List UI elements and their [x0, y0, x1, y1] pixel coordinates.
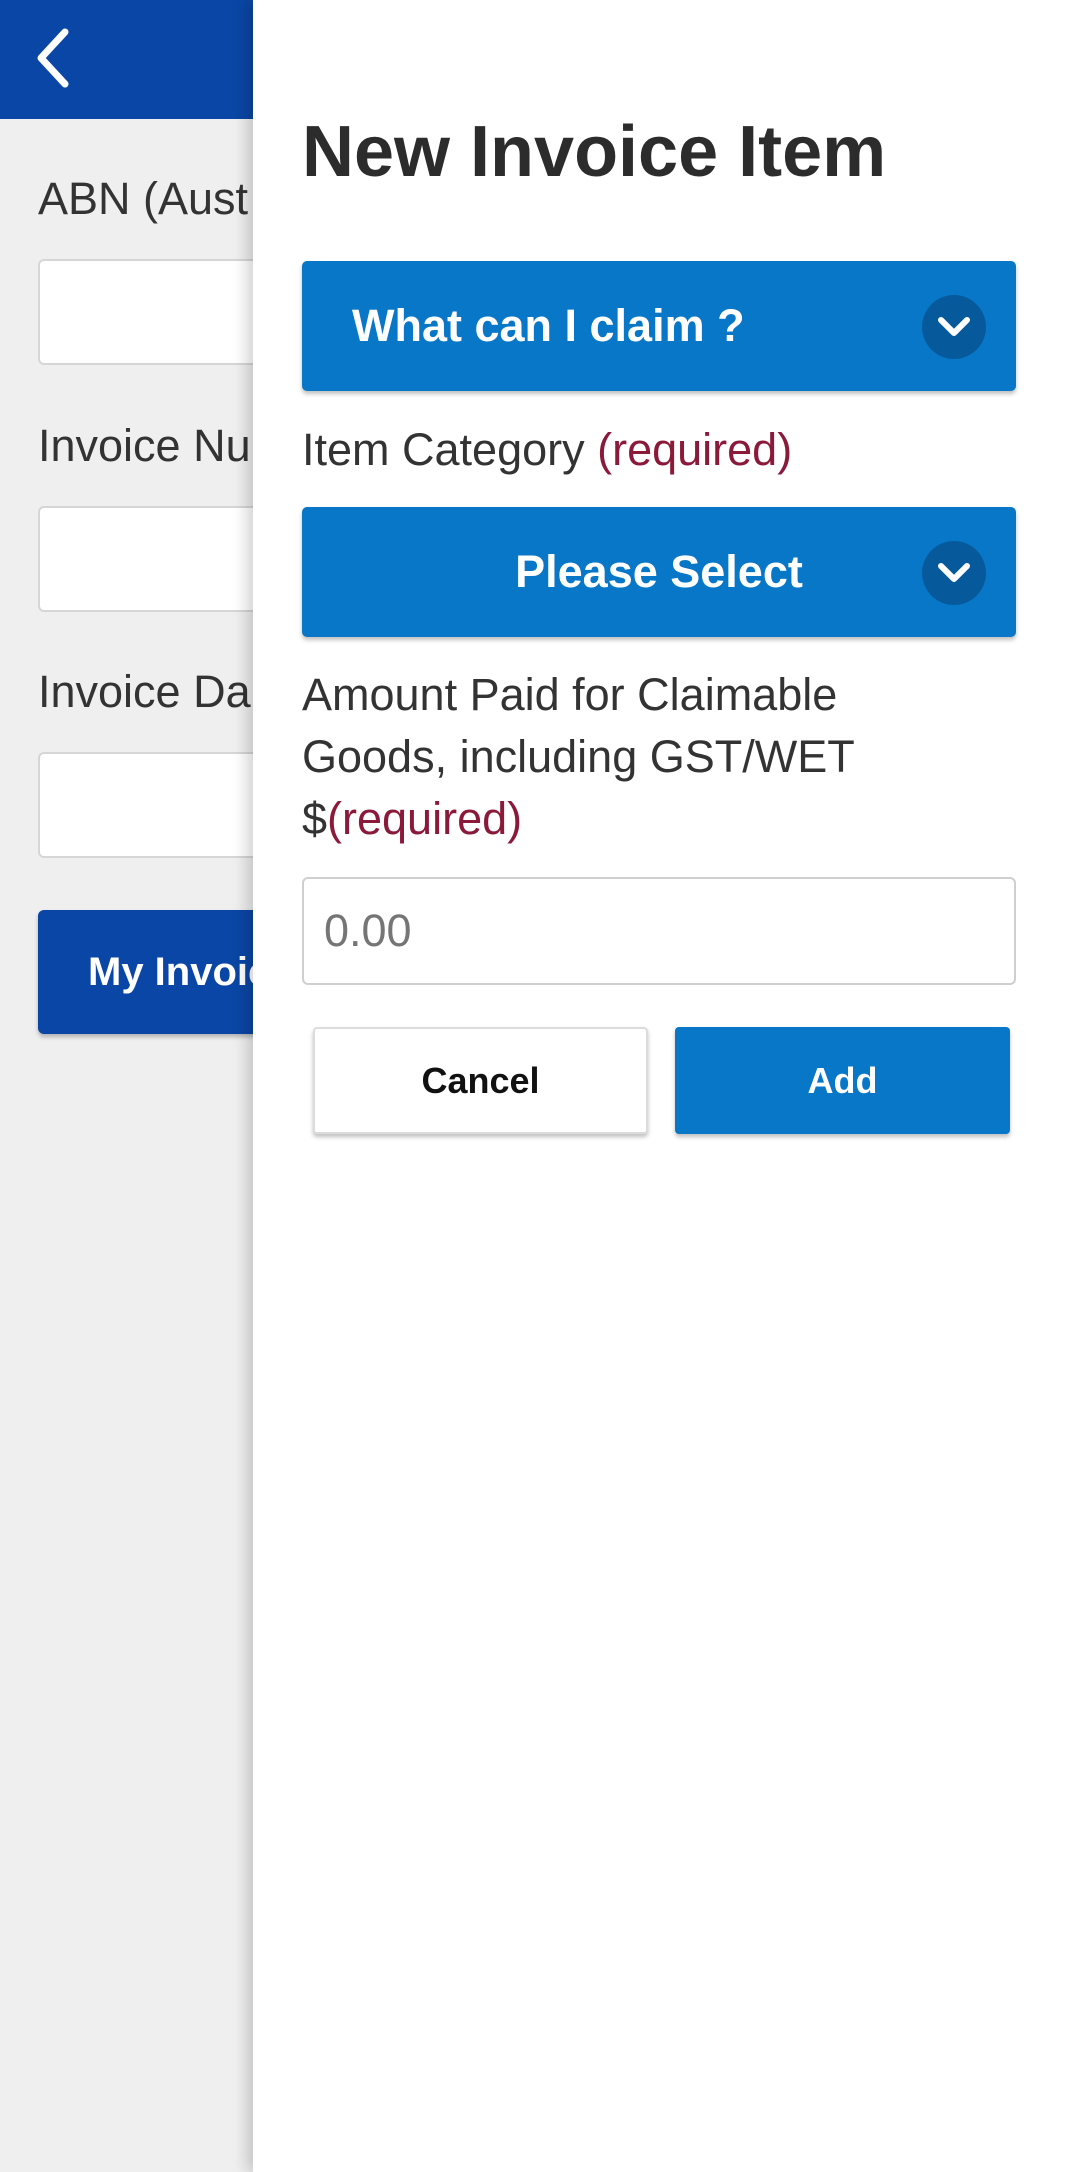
- chevron-left-icon: [37, 28, 69, 88]
- add-button[interactable]: Add: [675, 1027, 1010, 1134]
- chevron-down-icon: [938, 317, 970, 336]
- amount-paid-label: Amount Paid for Claimable Goods, includi…: [302, 669, 854, 844]
- amount-paid-input[interactable]: [302, 877, 1016, 985]
- required-indicator: (required): [597, 424, 793, 475]
- new-invoice-item-drawer: New Invoice Item What can I claim ? Item…: [253, 0, 1069, 2172]
- back-button[interactable]: [18, 18, 88, 98]
- accordion-label: What can I claim ?: [352, 300, 745, 351]
- drawer-title: New Invoice Item: [302, 112, 887, 192]
- item-category-label: Item Category (required): [302, 424, 793, 475]
- invoice-number-label: Invoice Nu: [38, 420, 251, 471]
- chevron-down-icon: [938, 563, 970, 582]
- cancel-button[interactable]: Cancel: [313, 1027, 648, 1134]
- abn-label: ABN (Aust: [38, 173, 249, 224]
- expand-toggle: [922, 295, 986, 359]
- selected-category: Please Select: [515, 546, 803, 597]
- item-category-select[interactable]: Please Select: [302, 507, 1016, 637]
- screen: ABN (Aust Invoice Nu Invoice Da My Invoi…: [0, 0, 1069, 2172]
- invoice-date-label: Invoice Da: [38, 666, 251, 717]
- dropdown-toggle: [922, 541, 986, 605]
- required-indicator: (required): [327, 793, 523, 844]
- what-can-i-claim-accordion[interactable]: What can I claim ?: [302, 261, 1016, 391]
